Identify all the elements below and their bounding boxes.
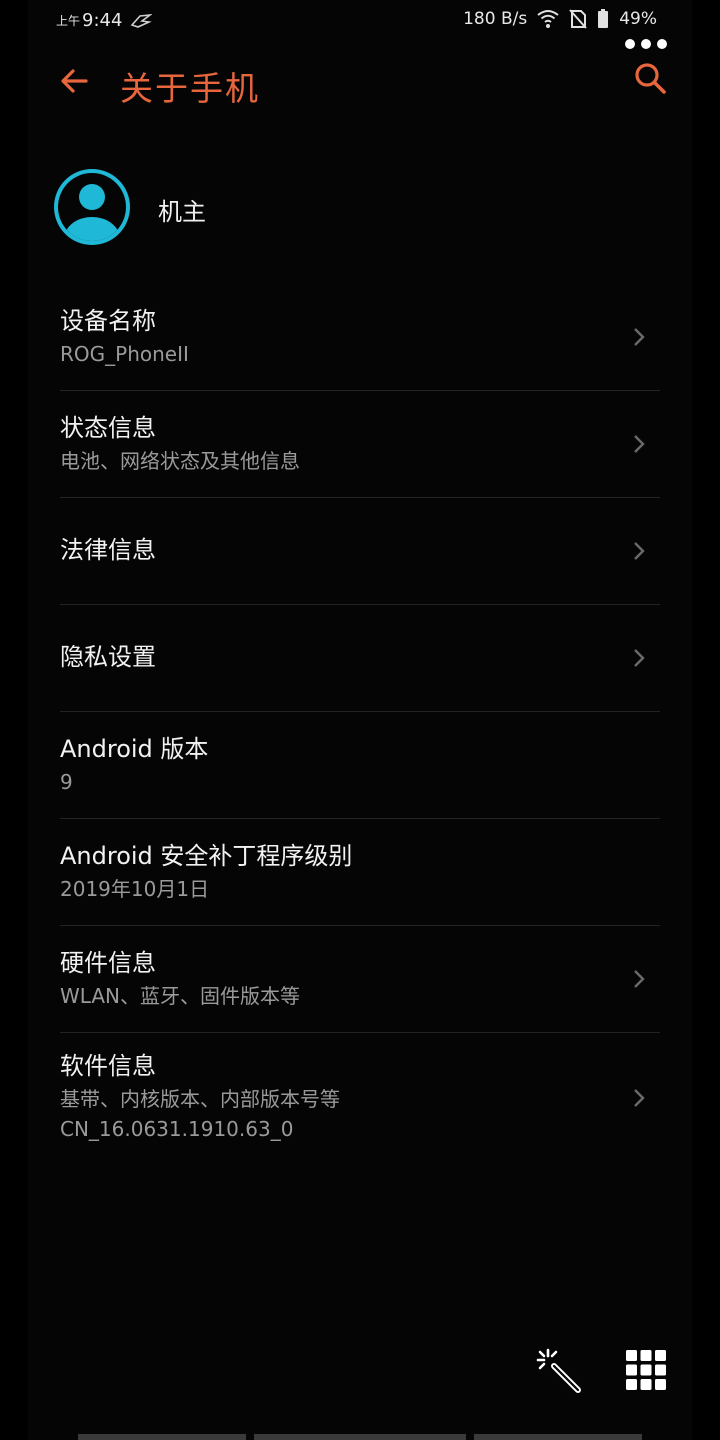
item-subtitle: ROG_PhoneII bbox=[60, 342, 189, 366]
chevron-right-icon bbox=[634, 649, 645, 667]
chevron-right-icon bbox=[634, 435, 645, 453]
battery-icon bbox=[598, 9, 609, 28]
item-android-version[interactable]: Android 版本 9 bbox=[60, 712, 660, 819]
no-sim-icon bbox=[569, 9, 587, 29]
item-subtitle: 基带、内核版本、内部版本号等 bbox=[60, 1087, 340, 1111]
arrow-left-icon[interactable] bbox=[58, 64, 92, 98]
settings-list: 设备名称 ROG_PhoneII 状态信息 电池、网络状态及其他信息 法律信息 … bbox=[60, 284, 660, 1163]
chevron-right-icon bbox=[634, 1089, 645, 1107]
item-security-patch[interactable]: Android 安全补丁程序级别 2019年10月1日 bbox=[60, 819, 660, 926]
item-title: 隐私设置 bbox=[60, 643, 156, 671]
item-privacy-settings[interactable]: 隐私设置 bbox=[60, 605, 660, 712]
item-hardware-info[interactable]: 硬件信息 WLAN、蓝牙、固件版本等 bbox=[60, 926, 660, 1033]
chevron-right-icon bbox=[634, 328, 645, 346]
item-status-info[interactable]: 状态信息 电池、网络状态及其他信息 bbox=[60, 391, 660, 498]
item-subtitle: WLAN、蓝牙、固件版本等 bbox=[60, 984, 301, 1008]
avatar[interactable] bbox=[52, 167, 132, 247]
chevron-right-icon bbox=[634, 970, 645, 988]
item-title: Android 版本 bbox=[60, 735, 209, 763]
status-bar: 上午 9:44 180 B/s 49% bbox=[0, 0, 720, 42]
item-title: Android 安全补丁程序级别 bbox=[60, 842, 353, 870]
owner-name: 机主 bbox=[158, 198, 206, 226]
item-title: 法律信息 bbox=[60, 536, 156, 564]
more-dots-icon[interactable] bbox=[624, 38, 668, 50]
nav-hint-bar bbox=[78, 1434, 246, 1440]
nav-hint-bar bbox=[474, 1434, 642, 1440]
item-software-info[interactable]: 软件信息 基带、内核版本、内部版本号等 CN_16.0631.1910.63_0 bbox=[60, 1033, 660, 1163]
item-title: 硬件信息 bbox=[60, 949, 156, 977]
search-icon[interactable] bbox=[634, 62, 668, 96]
app-grid-icon[interactable] bbox=[626, 1350, 666, 1390]
item-subtitle: 电池、网络状态及其他信息 bbox=[60, 449, 300, 473]
item-subtitle: 9 bbox=[60, 770, 73, 794]
status-battery: 49% bbox=[619, 9, 657, 29]
item-subtitle: 2019年10月1日 bbox=[60, 877, 210, 901]
item-build-number: CN_16.0631.1910.63_0 bbox=[60, 1117, 294, 1141]
item-title: 设备名称 bbox=[60, 307, 156, 335]
status-time: 9:44 bbox=[82, 10, 123, 31]
game-mode-icon bbox=[131, 13, 153, 28]
status-ampm: 上午 bbox=[56, 14, 81, 28]
page-title: 关于手机 bbox=[120, 69, 260, 108]
item-title: 软件信息 bbox=[60, 1052, 156, 1080]
item-device-name[interactable]: 设备名称 ROG_PhoneII bbox=[60, 284, 660, 391]
item-title: 状态信息 bbox=[60, 414, 156, 442]
wifi-icon bbox=[537, 10, 559, 28]
chevron-right-icon bbox=[634, 542, 645, 560]
status-net-speed: 180 B/s bbox=[463, 9, 528, 29]
nav-hint-bar bbox=[254, 1434, 466, 1440]
item-legal-info[interactable]: 法律信息 bbox=[60, 498, 660, 605]
magic-wand-icon[interactable] bbox=[534, 1346, 584, 1396]
